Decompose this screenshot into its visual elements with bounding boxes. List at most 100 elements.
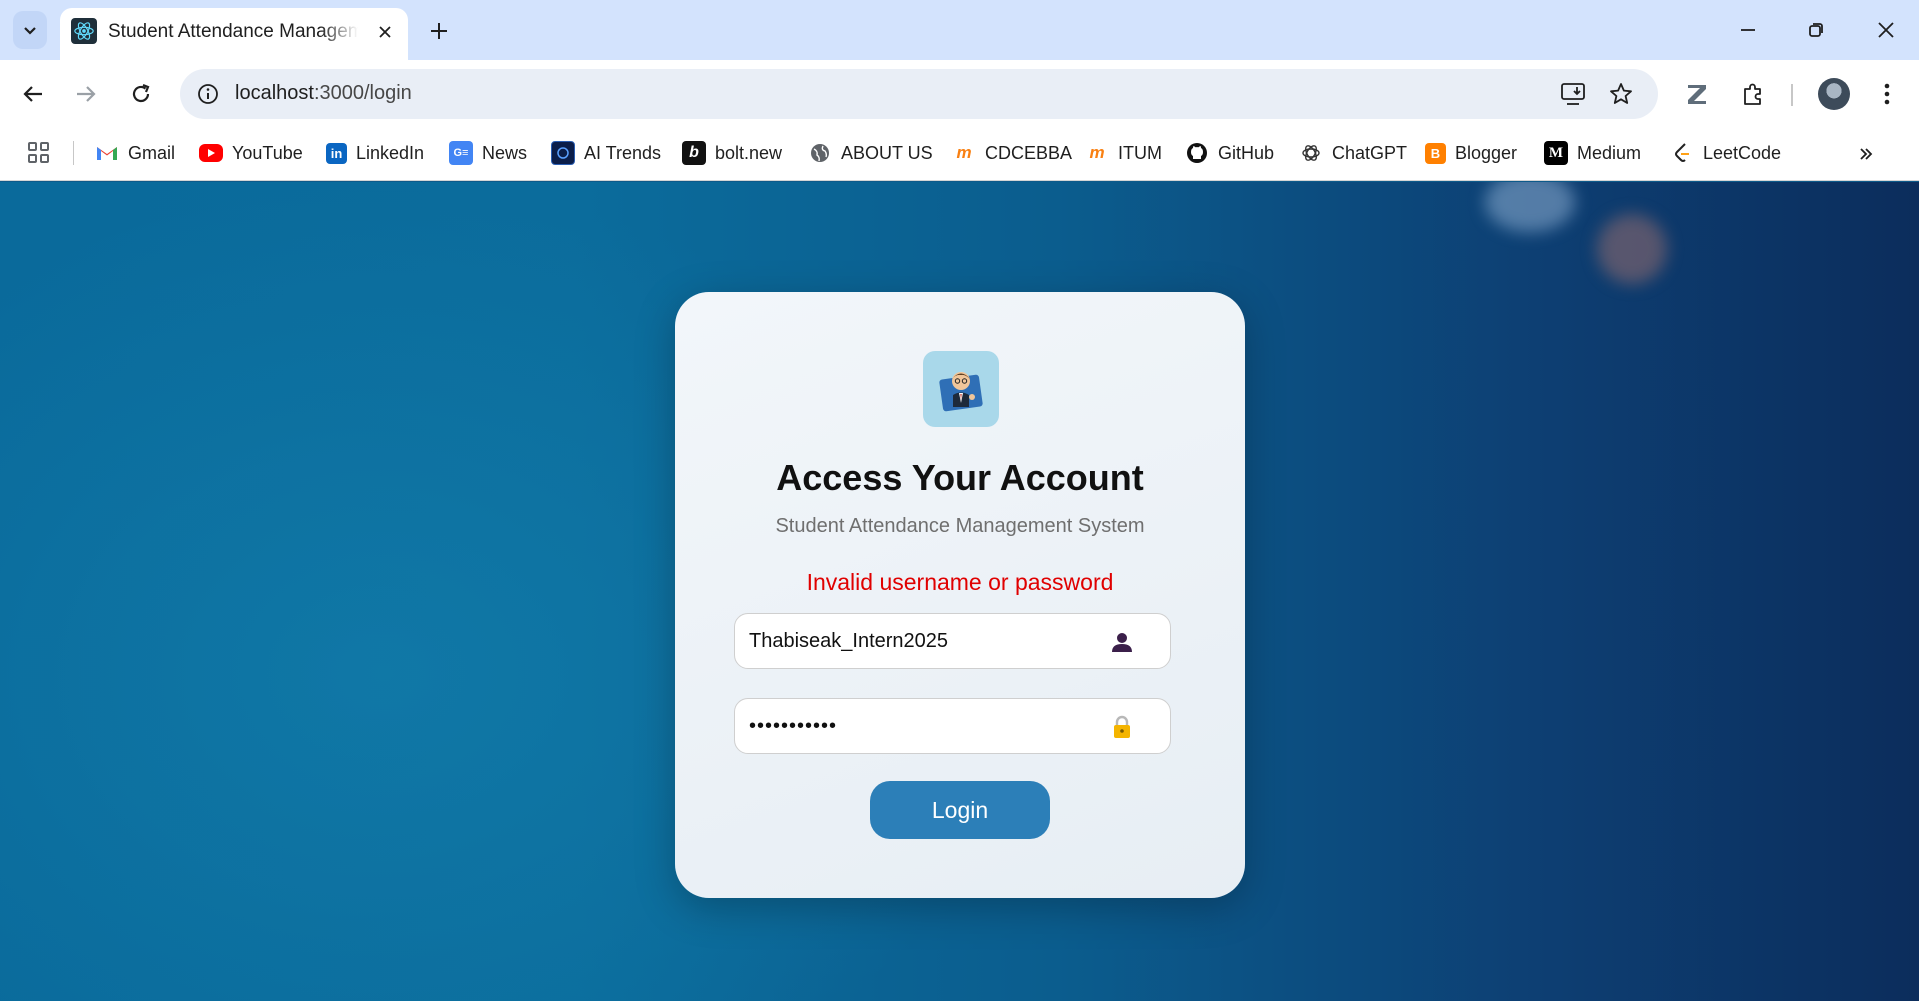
back-arrow-icon (23, 86, 42, 102)
close-window-button[interactable] (1862, 10, 1910, 50)
bookmark-youtube[interactable]: YouTube (199, 137, 303, 169)
restore-icon (1809, 23, 1823, 37)
bookmark-label: LinkedIn (356, 142, 425, 163)
bookmark-label: News (482, 142, 528, 163)
bookmark-label: bolt.new (715, 142, 783, 163)
forward-button[interactable] (66, 74, 106, 114)
bookmark-label: GitHub (1218, 142, 1275, 163)
apps-grid-icon[interactable] (26, 140, 52, 166)
z-extension-button[interactable] (1678, 75, 1716, 113)
bookmark-github[interactable]: GitHub (1185, 137, 1274, 169)
tab-title: Student Attendance Management System (108, 21, 358, 42)
tab-search-button[interactable] (13, 11, 47, 49)
page-subtitle: Student Attendance Management System (775, 515, 1145, 537)
login-card: Access Your Account Student Attendance M… (675, 292, 1245, 898)
active-tab[interactable]: Student Attendance Management System (60, 8, 408, 60)
bookmark-label: YouTube (232, 142, 303, 163)
ai-trends-icon (551, 141, 575, 165)
more-bookmarks-button[interactable] (1852, 140, 1880, 168)
browser-menu-button[interactable] (1868, 75, 1906, 113)
bookmark-bolt[interactable]: b bolt.new (682, 137, 782, 169)
bookmark-gmail[interactable]: Gmail (95, 137, 175, 169)
globe-icon (808, 141, 832, 165)
z-extension-icon (1688, 85, 1706, 104)
linkedin-icon: in (326, 142, 347, 164)
moodle-icon: m (1089, 143, 1105, 162)
react-icon (71, 18, 97, 44)
reload-icon (132, 83, 150, 103)
password-field (734, 698, 1171, 754)
restore-button[interactable] (1792, 10, 1840, 50)
double-chevron-right-icon (1860, 148, 1873, 160)
url-host: localhost (235, 82, 314, 104)
minimize-button[interactable] (1724, 10, 1772, 50)
install-app-button[interactable] (1558, 78, 1590, 110)
bookmark-label: LeetCode (1703, 142, 1782, 163)
bookmark-label: ABOUT US (841, 142, 933, 163)
bookmark-news[interactable]: G≡ News (449, 137, 527, 169)
leetcode-icon (1670, 141, 1694, 165)
username-input[interactable] (749, 614, 1089, 668)
bookmark-label: ITUM (1118, 142, 1162, 163)
extensions-button[interactable] (1734, 75, 1772, 113)
site-info-button[interactable] (190, 76, 226, 112)
chatgpt-icon (1299, 141, 1323, 165)
back-button[interactable] (13, 74, 53, 114)
lock-icon (1107, 713, 1137, 741)
reload-button[interactable] (121, 74, 161, 114)
profile-avatar[interactable] (1818, 78, 1850, 110)
tab-strip: Student Attendance Management System (0, 0, 1919, 60)
blogger-icon: B (1425, 142, 1446, 164)
page-title: Access Your Account (776, 457, 1144, 498)
github-icon (1185, 141, 1209, 165)
bookmark-label: Blogger (1455, 142, 1518, 163)
background-bokeh (1597, 214, 1667, 284)
login-button[interactable]: Login (870, 781, 1050, 839)
info-icon (198, 84, 218, 104)
bookmark-star-button[interactable] (1605, 78, 1637, 110)
bookmark-leetcode[interactable]: LeetCode (1670, 137, 1781, 169)
bookmark-label: CDCEBBA (985, 142, 1073, 163)
toolbar-separator (1791, 84, 1793, 106)
gmail-icon (95, 141, 119, 165)
star-icon (1610, 83, 1632, 104)
address-bar[interactable]: localhost:3000/login (180, 69, 1658, 119)
browser-toolbar: localhost:3000/login (0, 60, 1919, 128)
bookmark-linkedin[interactable]: in LinkedIn (326, 137, 424, 169)
bookmark-chatgpt[interactable]: ChatGPT (1299, 137, 1407, 169)
bookmark-medium[interactable]: M Medium (1544, 137, 1641, 169)
bookmark-ai-trends[interactable]: AI Trends (551, 137, 661, 169)
close-icon (1878, 22, 1894, 38)
bookmark-blogger[interactable]: B Blogger (1425, 137, 1517, 169)
forward-arrow-icon (77, 86, 96, 102)
student-avatar-icon (923, 351, 999, 427)
close-icon (379, 26, 391, 38)
moodle-icon: m (956, 143, 972, 162)
medium-icon: M (1544, 141, 1568, 165)
username-field (734, 613, 1171, 669)
bookmark-label: ChatGPT (1332, 142, 1408, 163)
login-page-background: Access Your Account Student Attendance M… (0, 182, 1919, 1001)
bookmark-cdcebba[interactable]: m CDCEBBA (952, 137, 1072, 169)
tab-close-button[interactable] (373, 20, 397, 44)
minimize-icon (1741, 29, 1755, 31)
puzzle-icon (1744, 83, 1761, 105)
bookmarks-separator (73, 141, 74, 165)
background-bokeh (1485, 182, 1575, 232)
chevron-down-icon (24, 27, 36, 35)
bookmark-label: AI Trends (584, 142, 662, 163)
youtube-icon (199, 144, 223, 162)
google-news-icon: G≡ (449, 141, 473, 165)
bookmark-label: Gmail (128, 142, 176, 163)
url-path: :3000/login (313, 82, 412, 104)
user-icon (1107, 628, 1137, 656)
new-tab-button[interactable] (422, 14, 456, 48)
bookmark-about-us[interactable]: ABOUT US (808, 137, 933, 169)
kebab-menu-icon (1884, 83, 1890, 105)
password-input[interactable] (749, 699, 1089, 753)
bookmark-itum[interactable]: m ITUM (1085, 137, 1162, 169)
url-text: localhost:3000/login (235, 82, 412, 105)
plus-icon (431, 23, 447, 39)
bookmarks-bar: Gmail YouTube in LinkedIn G≡ News AI Tre… (0, 128, 1919, 181)
error-message: Invalid username or password (806, 569, 1114, 595)
